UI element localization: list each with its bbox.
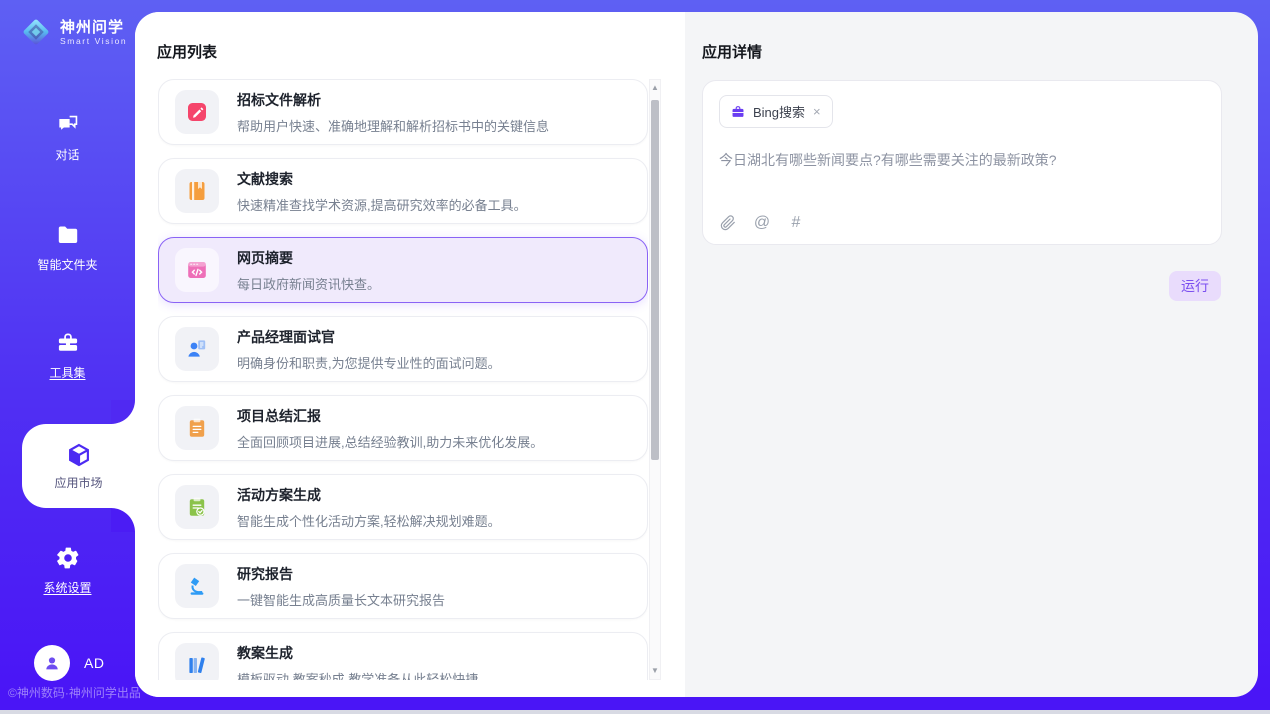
copyright-footer: ©神州数码·神州问学出品 xyxy=(8,684,141,701)
list-scrollbar[interactable]: ▲ ▼ xyxy=(649,79,661,680)
tab-notch-top xyxy=(111,400,135,424)
sidebar-item-label: 工具集 xyxy=(49,364,85,381)
tag-close-icon[interactable]: × xyxy=(812,105,822,118)
user-row[interactable]: AD xyxy=(34,645,104,681)
sidebar-item-label: 智能文件夹 xyxy=(37,256,97,273)
app-description: 一键智能生成高质量长文本研究报告 xyxy=(237,590,445,609)
user-initials: AD xyxy=(84,655,104,671)
app-window: 神州问学 Smart Vision 对话 智能文件夹 xyxy=(0,0,1270,714)
books-icon xyxy=(185,653,209,677)
briefcase-icon xyxy=(730,104,746,120)
sidebar: 神州问学 Smart Vision 对话 智能文件夹 xyxy=(0,0,135,710)
gear-icon xyxy=(55,545,81,571)
sidebar-item-chat[interactable]: 对话 xyxy=(0,112,135,174)
sidebar-item-folder[interactable]: 智能文件夹 xyxy=(0,222,135,284)
app-card-books[interactable]: 教案生成 模板驱动,教案秒成,教学准备从此轻松快捷 xyxy=(158,632,648,680)
sidebar-item-label: 系统设置 xyxy=(43,579,91,596)
app-list: 招标文件解析 帮助用户快速、准确地理解和解析招标书中的关键信息 文献搜索 快速精… xyxy=(158,79,648,680)
app-card-microscope[interactable]: 研究报告 一键智能生成高质量长文本研究报告 xyxy=(158,553,648,619)
run-button[interactable]: 运行 xyxy=(1169,271,1221,301)
app-name: 研究报告 xyxy=(237,564,445,584)
tool-tag-label: Bing搜索 xyxy=(753,102,805,121)
scrollbar-thumb[interactable] xyxy=(651,100,659,460)
sidebar-item-cube[interactable]: 应用市场 xyxy=(22,424,135,508)
sidebar-item-label: 应用市场 xyxy=(54,474,102,491)
app-name: 网页摘要 xyxy=(237,248,380,268)
tool-tag-bing-search[interactable]: Bing搜索 × xyxy=(719,95,833,128)
pen-document-icon xyxy=(185,100,209,124)
prompt-card: Bing搜索 × 今日湖北有哪些新闻要点?有哪些需要关注的最新政策? @ # xyxy=(702,80,1222,245)
app-card-clipboard-check[interactable]: 活动方案生成 智能生成个性化活动方案,轻松解决规划难题。 xyxy=(158,474,648,540)
app-card-browser-code[interactable]: 网页摘要 每日政府新闻资讯快查。 xyxy=(158,237,648,303)
clipboard-check-icon xyxy=(185,495,209,519)
chat-icon xyxy=(55,112,81,138)
app-name: 招标文件解析 xyxy=(237,90,549,110)
app-name: 项目总结汇报 xyxy=(237,406,543,426)
app-name: 文献搜索 xyxy=(237,169,527,189)
sidebar-item-gear[interactable]: 系统设置 xyxy=(0,545,135,607)
app-detail-title: 应用详情 xyxy=(702,41,762,62)
main-panel: 应用列表 招标文件解析 帮助用户快速、准确地理解和解析招标书中的关键信息 xyxy=(135,12,1258,697)
app-list-panel: 应用列表 招标文件解析 帮助用户快速、准确地理解和解析招标书中的关键信息 xyxy=(135,12,685,697)
app-name: 活动方案生成 xyxy=(237,485,501,505)
app-name: 教案生成 xyxy=(237,643,478,663)
user-avatar-icon xyxy=(34,645,70,681)
app-card-clipboard[interactable]: 项目总结汇报 全面回顾项目进展,总结经验教训,助力未来优化发展。 xyxy=(158,395,648,461)
query-input[interactable]: 今日湖北有哪些新闻要点?有哪些需要关注的最新政策? xyxy=(719,150,1205,170)
app-description: 全面回顾项目进展,总结经验教训,助力未来优化发展。 xyxy=(237,432,543,451)
sidebar-item-toolbox[interactable]: 工具集 xyxy=(0,330,135,392)
hash-icon[interactable]: # xyxy=(787,214,805,232)
app-detail-panel: 应用详情 Bing搜索 × 今日湖北有哪些新闻要点?有哪些需要关注的最新政策? … xyxy=(685,12,1258,697)
app-description: 模板驱动,教案秒成,教学准备从此轻松快捷 xyxy=(237,669,478,681)
app-description: 帮助用户快速、准确地理解和解析招标书中的关键信息 xyxy=(237,116,549,135)
app-description: 明确身份和职责,为您提供专业性的面试问题。 xyxy=(237,353,501,372)
scroll-down-arrow-icon[interactable]: ▼ xyxy=(650,664,660,678)
microscope-icon xyxy=(185,574,209,598)
folder-icon xyxy=(55,222,81,248)
scroll-up-arrow-icon[interactable]: ▲ xyxy=(650,81,660,95)
bottom-edge-strip xyxy=(0,710,1270,714)
app-card-book[interactable]: 文献搜索 快速精准查找学术资源,提高研究效率的必备工具。 xyxy=(158,158,648,224)
app-card-pen-document[interactable]: 招标文件解析 帮助用户快速、准确地理解和解析招标书中的关键信息 xyxy=(158,79,648,145)
book-icon xyxy=(185,179,209,203)
sidebar-nav: 对话 智能文件夹 工具集 xyxy=(0,0,135,710)
cube-icon xyxy=(66,442,92,468)
clipboard-icon xyxy=(185,416,209,440)
app-description: 每日政府新闻资讯快查。 xyxy=(237,274,380,293)
app-description: 快速精准查找学术资源,提高研究效率的必备工具。 xyxy=(237,195,527,214)
toolbox-icon xyxy=(55,330,81,356)
app-card-interviewer[interactable]: 产品经理面试官 明确身份和职责,为您提供专业性的面试问题。 xyxy=(158,316,648,382)
tab-notch-bottom xyxy=(111,508,135,532)
app-list-title: 应用列表 xyxy=(157,41,217,62)
input-toolbar: @ # xyxy=(719,214,805,232)
at-icon[interactable]: @ xyxy=(753,214,771,232)
browser-code-icon xyxy=(185,258,209,282)
sidebar-item-label: 对话 xyxy=(55,146,79,163)
interviewer-icon xyxy=(185,337,209,361)
app-name: 产品经理面试官 xyxy=(237,327,501,347)
app-description: 智能生成个性化活动方案,轻松解决规划难题。 xyxy=(237,511,501,530)
paperclip-icon[interactable] xyxy=(719,214,737,232)
